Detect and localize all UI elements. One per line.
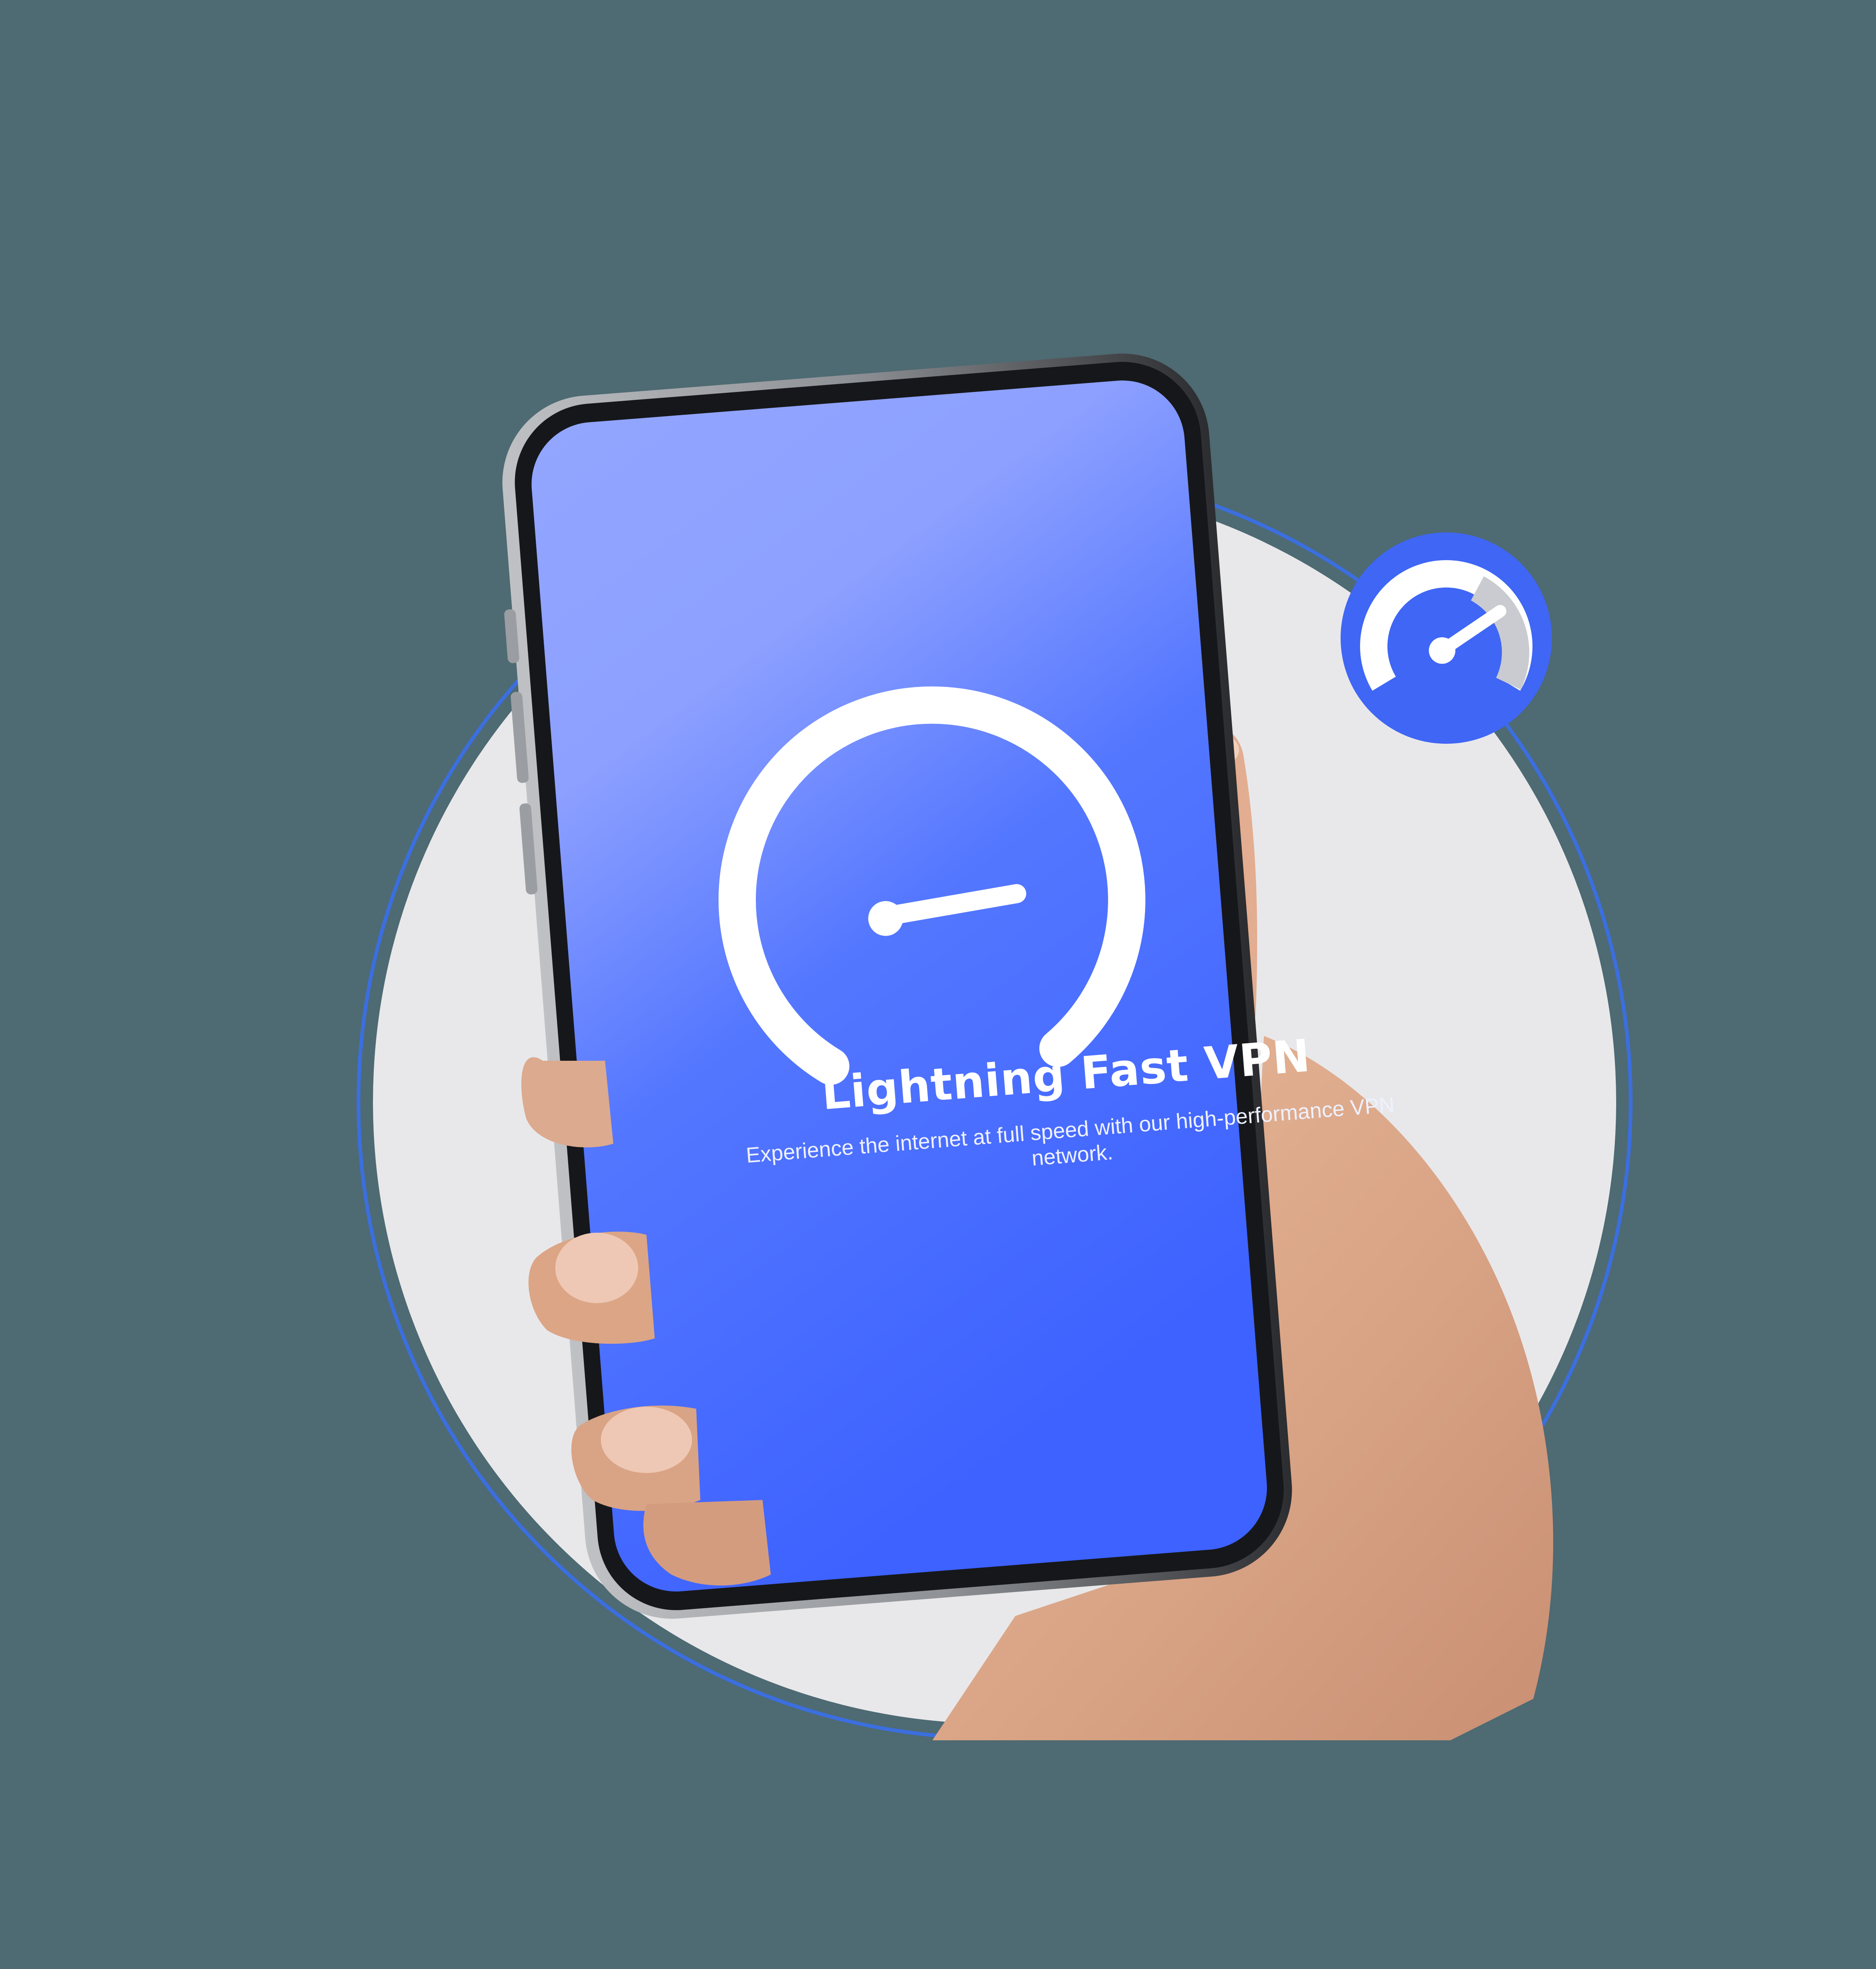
- speedometer-badge-icon: [1341, 532, 1552, 744]
- scene-graphic: [356, 353, 1633, 1740]
- hero-illustration: Lightning Fast VPN Experience the intern…: [0, 0, 1876, 1969]
